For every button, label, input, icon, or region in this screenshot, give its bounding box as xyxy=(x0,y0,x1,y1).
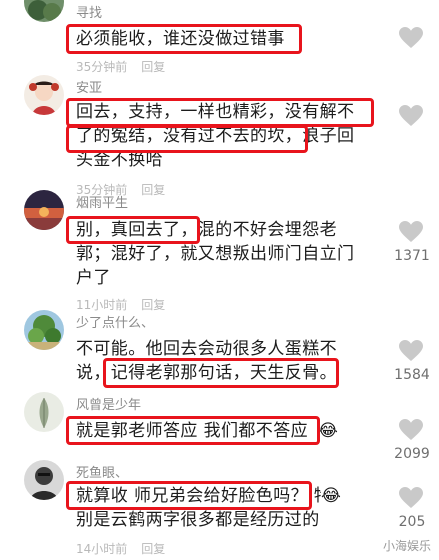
heart-icon[interactable] xyxy=(398,26,424,50)
comment-text: 别，真回去了，混的不好会埋怨老 郭；混好了，就又想叛出师门自立门 户了 xyxy=(76,218,376,290)
username[interactable]: 风曾是少年 xyxy=(76,394,141,413)
username[interactable]: 死鱼眼、 xyxy=(76,462,128,481)
reply-button[interactable]: 回复 xyxy=(141,60,165,74)
comment-time: 11小时前 xyxy=(76,298,128,312)
comment-line: 必须能收，谁还没做过错事 xyxy=(76,29,285,49)
comment-line: 郭；混好了，就又想叛出师门自立门 xyxy=(76,244,355,264)
avatar[interactable] xyxy=(24,460,64,500)
avatar[interactable] xyxy=(24,392,64,432)
reply-button[interactable]: 回复 xyxy=(141,298,165,312)
laughing-crying-emoji-icon: 😂 xyxy=(321,486,341,506)
reply-button[interactable]: 回复 xyxy=(141,183,165,197)
like-count: 205 xyxy=(398,514,426,530)
avatar[interactable] xyxy=(24,75,64,115)
comment-line: 别是云鹤两字很多都是经历过的 xyxy=(76,510,320,530)
like-count: 2099 xyxy=(394,446,430,462)
like-count: 1371 xyxy=(394,248,430,264)
reply-button[interactable]: 回复 xyxy=(141,542,165,556)
comment-line: 户了 xyxy=(76,268,111,288)
comment-text: 不可能。他回去会动很多人蛋糕不 说，记得老郭那句话，天生反骨。 xyxy=(76,337,376,385)
heart-icon[interactable] xyxy=(398,220,424,244)
username[interactable]: 寻找 xyxy=(76,2,102,21)
laughing-crying-emoji-icon: 😂 xyxy=(318,421,338,441)
comment-time: 14小时前 xyxy=(76,542,128,556)
heart-icon[interactable] xyxy=(398,418,424,442)
comment-line: 说，记得老郭那句话，天生反骨。 xyxy=(76,363,337,383)
avatar[interactable] xyxy=(24,190,64,230)
comment-line: 不可能。他回去会动很多人蛋糕不 xyxy=(76,339,337,359)
comment-line: 了的冤结，没有过不去的坎，浪子回 xyxy=(76,126,355,146)
heart-icon[interactable] xyxy=(398,104,424,128)
comment-line: 回去，支持，一样也精彩，没有解不 xyxy=(76,102,355,122)
heart-icon[interactable] xyxy=(398,486,424,510)
comment-meta: 35分钟前 回复 xyxy=(76,58,165,75)
watermark: 小海娱乐 xyxy=(382,539,431,553)
comment-line: 头金不换哈 xyxy=(76,150,163,170)
like-count: 1584 xyxy=(394,367,430,383)
comment-text: 回去，支持，一样也精彩，没有解不 了的冤结，没有过不去的坎，浪子回 头金不换哈 xyxy=(76,100,376,172)
username[interactable]: 安亚 xyxy=(76,77,102,96)
username[interactable]: 烟雨平生 xyxy=(76,192,128,211)
comment-meta: 11小时前 回复 xyxy=(76,296,165,313)
comment-meta: 14小时前 回复 xyxy=(76,540,165,557)
avatar[interactable] xyxy=(24,0,64,22)
comment-line: 别，真回去了，混的不好会埋怨老 xyxy=(76,220,337,240)
username[interactable]: 少了点什么、 xyxy=(76,312,154,331)
comment-time: 35分钟前 xyxy=(76,60,128,74)
heart-icon[interactable] xyxy=(398,339,424,363)
avatar[interactable] xyxy=(24,310,64,350)
comment-text: 必须能收，谁还没做过错事 xyxy=(76,27,376,51)
